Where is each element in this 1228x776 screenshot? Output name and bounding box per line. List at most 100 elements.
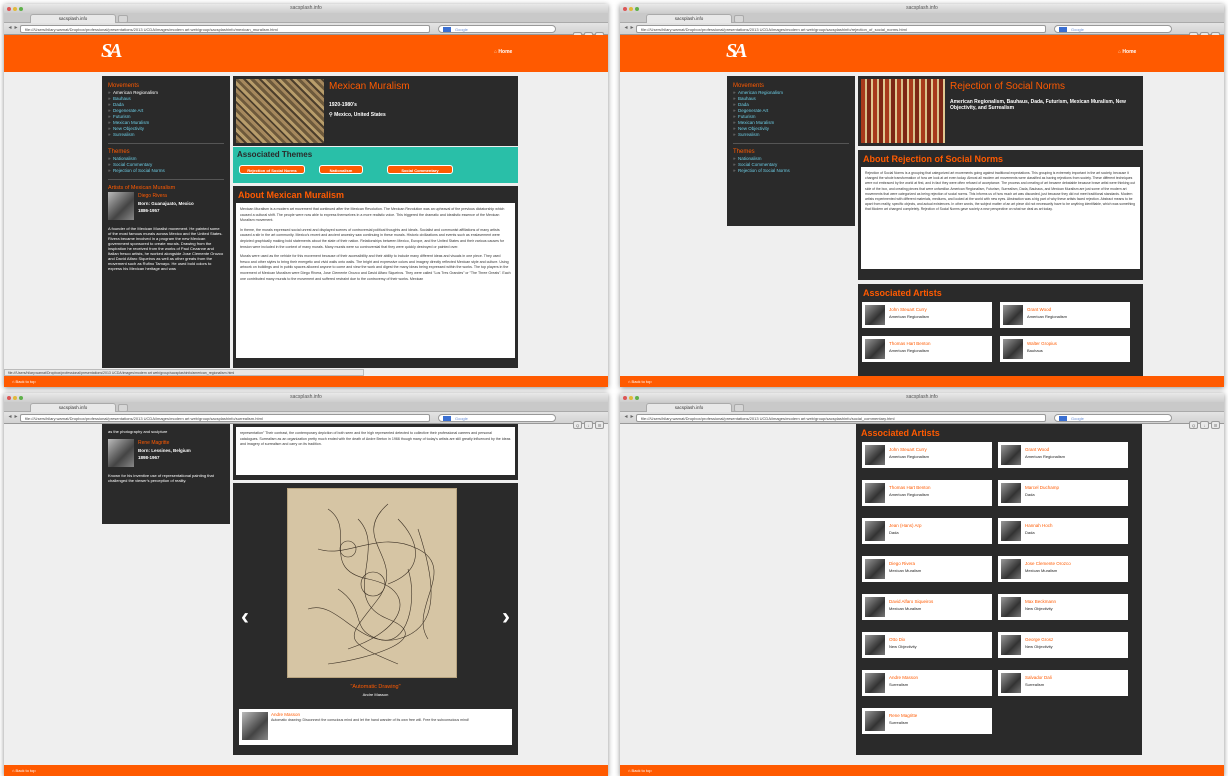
back-to-top-label: Back to top <box>15 379 36 384</box>
tab-bar: sacsplash.info <box>4 402 608 412</box>
artist-name: David Alfaro Siqueiros <box>889 599 934 604</box>
movement-place: ⚲ Mexico, United States <box>329 112 386 118</box>
artist-bio: A founder of the Mexican Muralist moveme… <box>108 226 224 271</box>
artist-card[interactable]: Andre Masson Surrealism <box>862 670 992 696</box>
new-tab-button[interactable] <box>118 404 128 412</box>
google-search-field[interactable]: Google <box>438 25 556 33</box>
artist-card[interactable]: Jean (Hans) Arp Dada <box>862 518 992 544</box>
sidebar-item-surrealism[interactable]: Surrealism <box>108 132 224 138</box>
google-search-field[interactable]: Google <box>1054 414 1172 422</box>
sidebar-artist-panel: as the photography and sculpture Rene Ma… <box>102 424 230 524</box>
browser-tab[interactable]: sacsplash.info <box>30 14 116 23</box>
browser-tab[interactable]: sacsplash.info <box>30 403 116 412</box>
title-bar: sacsplash.info <box>620 393 1224 402</box>
url-field[interactable]: file:///Users/hilary.warnat/Dropbox/prof… <box>20 25 430 33</box>
artist-entry-diego-rivera[interactable]: Diego Rivera Born: Guanajuato, Mexico 188… <box>108 192 224 226</box>
back-to-top-link[interactable]: ⌂ Back to top <box>12 768 36 773</box>
artist-movement: New Objectivity <box>1025 606 1053 611</box>
sidebar-item-surrealism[interactable]: Surrealism <box>733 132 849 138</box>
house-icon: ⌂ <box>628 379 631 384</box>
title-bar: sacsplash.info <box>4 393 608 402</box>
browser-tab[interactable]: sacsplash.info <box>646 14 732 23</box>
artist-name: Salvador Dali <box>1025 675 1052 680</box>
about-text: Rejection of Social Norms is a grouping … <box>861 167 1140 269</box>
tab-bar: sacsplash.info <box>4 13 608 23</box>
browser-tab[interactable]: sacsplash.info <box>646 403 732 412</box>
settings-icon[interactable]: ☰ <box>595 421 604 429</box>
artist-card[interactable]: Otto Dix New Objectivity <box>862 632 992 658</box>
artist-card[interactable]: George Grosz New Objectivity <box>998 632 1128 658</box>
note-text: Automatic drawing: Disconnect the consci… <box>271 717 469 722</box>
artist-years: 1886-1957 <box>138 208 160 213</box>
artist-card[interactable]: Thomas Hart Benton American Regionalism <box>862 480 992 506</box>
browser-window-mexican-muralism: sacsplash.info sacsplash.info ◂ ▸ file:/… <box>4 4 608 387</box>
new-tab-button[interactable] <box>118 15 128 23</box>
artist-card[interactable]: Grant Wood American Regionalism <box>998 442 1128 468</box>
artist-card[interactable]: Diego Rivera Mexican Muralism <box>862 556 992 582</box>
theme-button-rejection[interactable]: Rejection of Social Norms <box>239 165 305 174</box>
artist-portrait <box>242 712 268 740</box>
theme-button-nationalism[interactable]: Nationalism <box>319 165 363 174</box>
forward-arrow-icon[interactable]: ▸ <box>629 25 635 32</box>
new-tab-button[interactable] <box>734 404 744 412</box>
sketch-lines <box>307 503 435 665</box>
artist-entry-rene-magritte[interactable]: Rene Magritte Born: Lessines, Belgium 189… <box>108 439 224 473</box>
artist-card[interactable]: Walter Gropius Bauhaus <box>1000 336 1130 362</box>
forward-arrow-icon[interactable]: ▸ <box>629 414 635 421</box>
window-title: sacsplash.info <box>290 394 322 400</box>
browser-window-social-commentary: sacsplash.info sacsplash.info ◂ ▸ file:/… <box>620 393 1224 776</box>
artist-card[interactable]: Salvador Dali Surrealism <box>998 670 1128 696</box>
artist-card[interactable]: Max Beckmann New Objectivity <box>998 594 1128 620</box>
zoom-icon[interactable]: Q <box>573 421 582 429</box>
sidebar-item-rejection-of-social-norms[interactable]: Rejection of Social Norms <box>733 168 849 174</box>
zoom-icon[interactable]: Q <box>1189 421 1198 429</box>
url-field[interactable]: file:///Users/hilary.warnat/Dropbox/prof… <box>636 25 1046 33</box>
download-icon[interactable]: ↓ <box>584 421 593 429</box>
home-link[interactable]: ⌂ Home <box>494 49 512 55</box>
next-arrow-icon[interactable]: › <box>502 603 510 631</box>
back-to-top-link[interactable]: ⌂ Back to top <box>12 379 36 384</box>
site-logo[interactable]: SA <box>726 40 748 63</box>
artist-movement: Surrealism <box>1025 682 1045 687</box>
artist-portrait <box>1001 673 1021 693</box>
artist-name: George Grosz <box>1025 637 1054 642</box>
about-section: About Mexican Muralism Mexican Muralism … <box>233 186 518 368</box>
house-icon: ⌂ <box>12 768 15 773</box>
artist-card[interactable]: Marcel Duchamp Dada <box>998 480 1128 506</box>
prev-arrow-icon[interactable]: ‹ <box>241 603 249 631</box>
artist-portrait <box>1001 635 1021 655</box>
site-logo[interactable]: SA <box>101 40 123 63</box>
artist-card[interactable]: Hannah Hoch Dada <box>998 518 1128 544</box>
artist-card[interactable]: Grant Wood American Regionalism <box>1000 302 1130 328</box>
section-text: representation" Their contrast, the cont… <box>236 427 515 475</box>
url-field[interactable]: file:///Users/hilary.warnat/Dropbox/prof… <box>20 414 430 422</box>
new-tab-button[interactable] <box>734 15 744 23</box>
artist-card[interactable]: David Alfaro Siqueiros Mexican Muralism <box>862 594 992 620</box>
artist-card[interactable]: John Steuart Curry American Regionalism <box>862 442 992 468</box>
google-search-field[interactable]: Google <box>1054 25 1172 33</box>
artist-movement: American Regionalism <box>889 314 930 319</box>
artist-card[interactable]: John Steuart Curry American Regionalism <box>862 302 992 328</box>
theme-button-social-commentary[interactable]: Social Commentary <box>387 165 453 174</box>
artist-card[interactable]: Thomas Hart Benton American Regionalism <box>862 336 992 362</box>
home-link[interactable]: ⌂ Home <box>1118 49 1136 55</box>
back-to-top-link[interactable]: ⌂ Back to top <box>628 768 652 773</box>
about-paragraph: Murals were used as the vehicle for this… <box>240 254 511 281</box>
sidebar-item-rejection-of-social-norms[interactable]: Rejection of Social Norms <box>108 168 224 174</box>
back-to-top-label: Back to top <box>631 379 652 384</box>
forward-arrow-icon[interactable]: ▸ <box>13 414 19 421</box>
url-field[interactable]: file:///Users/hilary.warnat/Dropbox/prof… <box>636 414 1046 422</box>
artists-heading: Associated Artists <box>861 428 940 438</box>
sidebar: Movements American Regionalism Bauhaus D… <box>727 76 855 226</box>
artist-card[interactable]: Rene Magritte Surrealism <box>862 708 992 734</box>
artist-portrait <box>1001 483 1021 503</box>
associated-artists: Associated Artists John Steuart Curry Ame… <box>858 284 1143 376</box>
back-to-top-link[interactable]: ⌂ Back to top <box>628 379 652 384</box>
artist-name: Thomas Hart Benton <box>889 485 931 490</box>
artist-card[interactable]: Jose Clemente Orozco Mexican Muralism <box>998 556 1128 582</box>
artwork-gallery: ‹ › "Automatic Drawing" Andre Masson And… <box>233 483 518 755</box>
settings-icon[interactable]: ☰ <box>1211 421 1220 429</box>
google-search-field[interactable]: Google <box>438 414 556 422</box>
download-icon[interactable]: ↓ <box>1200 421 1209 429</box>
forward-arrow-icon[interactable]: ▸ <box>13 25 19 32</box>
